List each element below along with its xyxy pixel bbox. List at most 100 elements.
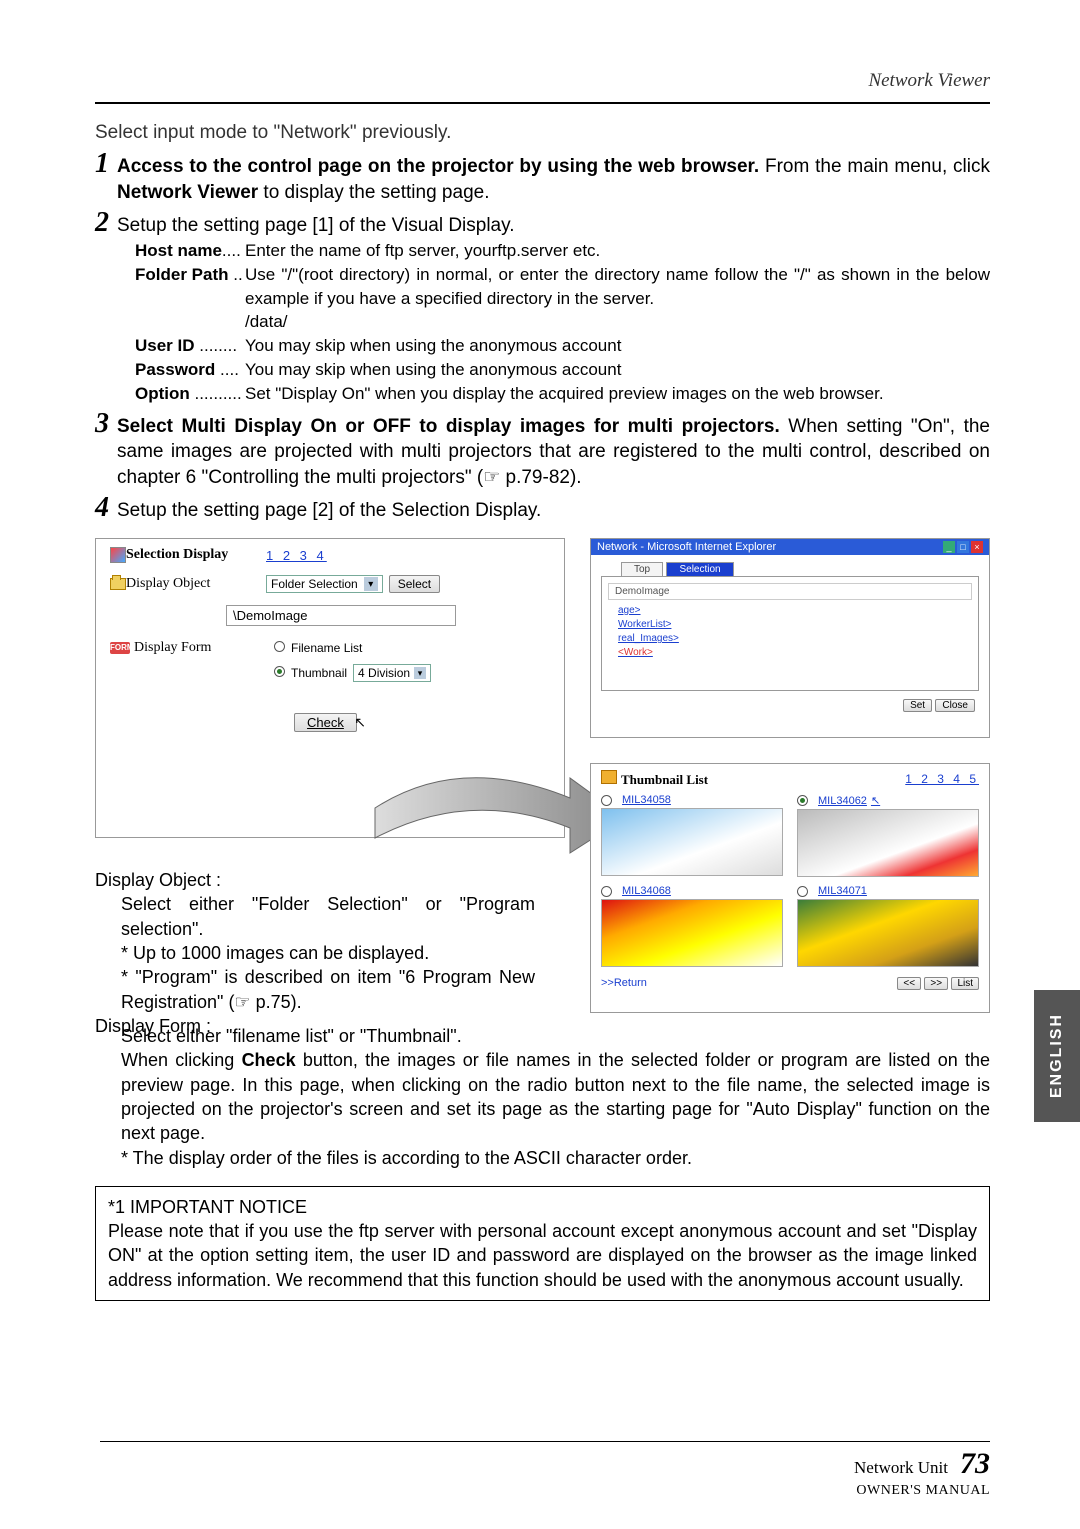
user-desc: You may skip when using the anonymous ac…: [245, 334, 990, 358]
host-desc: Enter the name of ftp server, yourftp.se…: [245, 239, 990, 263]
division-dropdown[interactable]: 4 Division ▾: [353, 664, 431, 682]
pass-dots: ....: [215, 360, 239, 379]
return-link[interactable]: >>Return: [601, 977, 647, 989]
thumbnail-list-title: Thumbnail List: [601, 770, 708, 788]
step-1-num: 1: [95, 150, 117, 178]
ascii-note: * The display order of the files is acco…: [121, 1146, 990, 1170]
display-form-label: Display Form: [134, 640, 274, 656]
thumbnail-radio[interactable]: Thumbnail: [274, 666, 347, 680]
step-4-num: 4: [95, 494, 117, 522]
browser-window: Network - Microsoft Internet Explorer _□…: [590, 538, 990, 738]
page-number: 73: [960, 1447, 990, 1480]
step-1-rest2: to display the setting page.: [258, 182, 489, 203]
figures-area: Selection Display 1 2 3 4 Display Object…: [95, 538, 990, 1018]
after-figures-text: Select either "filename list" or "Thumbn…: [95, 1024, 990, 1170]
user-label: User ID: [135, 336, 195, 355]
step-1-bold: Access to the control page on the projec…: [117, 156, 759, 177]
thumb-image: [797, 899, 979, 967]
folder-selection-dropdown[interactable]: Folder Selection ▾: [266, 575, 383, 593]
chevron-down-icon: ▾: [414, 667, 426, 679]
user-dots: ........: [195, 336, 238, 355]
step-1: 1 Access to the control page on the proj…: [95, 150, 990, 205]
thumb-radio[interactable]: [601, 795, 612, 806]
folder-label: Folder Path: [135, 265, 229, 284]
footer-unit: Network Unit: [854, 1458, 948, 1477]
select-button[interactable]: Select: [389, 575, 440, 593]
notice-body: Please note that if you use the ftp serv…: [108, 1219, 977, 1292]
display-form-heading: Display Form :: [95, 1014, 535, 1038]
chevron-down-icon: ▾: [364, 577, 378, 591]
thumb-caption[interactable]: MIL34068: [622, 885, 671, 897]
pass-desc: You may skip when using the anonymous ac…: [245, 358, 990, 382]
step-3-bold: Select Multi Display On or OFF to displa…: [117, 416, 780, 437]
thumb-radio[interactable]: [797, 886, 808, 897]
header-section: Network Viewer: [95, 70, 990, 92]
thumb-cell[interactable]: MIL34058: [601, 794, 783, 877]
step-1-bold2: Network Viewer: [117, 182, 258, 203]
tree-item[interactable]: WorkerList>: [618, 618, 972, 632]
next-button[interactable]: >>: [924, 977, 948, 990]
language-label: ENGLISH: [1048, 1013, 1066, 1098]
close-button[interactable]: Close: [935, 699, 975, 712]
prev-button[interactable]: <<: [897, 977, 921, 990]
tab-top[interactable]: Top: [621, 562, 663, 576]
host-label: Host name: [135, 241, 222, 260]
display-object-label: Display Object: [126, 576, 266, 592]
division-value: 4 Division: [358, 666, 410, 680]
set-button[interactable]: Set: [903, 699, 932, 712]
tab-selection[interactable]: Selection: [666, 562, 733, 576]
notice-heading: *1 IMPORTANT NOTICE: [108, 1195, 977, 1219]
window-titlebar: Network - Microsoft Internet Explorer _□…: [591, 539, 989, 555]
folder-selection-value: Folder Selection: [271, 577, 358, 591]
host-dots: ....: [222, 241, 241, 260]
window-buttons[interactable]: _□×: [941, 541, 983, 553]
folder-tree[interactable]: age> WorkerList> real_Images> <Work>: [618, 604, 972, 660]
check-paragraph: When clicking Check button, the images o…: [121, 1048, 990, 1145]
thumb-cell[interactable]: MIL34071: [797, 885, 979, 967]
thumb-image: [797, 809, 979, 877]
display-object-note1: * Up to 1000 images can be displayed.: [121, 941, 535, 965]
selection-icon: [110, 547, 126, 563]
folder-icon: [110, 578, 126, 590]
display-object-heading: Display Object :: [95, 868, 535, 892]
thumb-caption[interactable]: MIL34062: [818, 795, 867, 807]
thumb-caption[interactable]: MIL34071: [818, 885, 867, 897]
thumbnail-icon: [601, 770, 617, 784]
window-title: Network - Microsoft Internet Explorer: [597, 541, 776, 553]
step-2-sublist: Host name....Enter the name of ftp serve…: [135, 239, 990, 310]
step-3: 3 Select Multi Display On or OFF to disp…: [95, 410, 990, 491]
opt-dots: ..........: [190, 384, 242, 403]
display-object-note2: * "Program" is described on item "6 Prog…: [121, 965, 535, 1014]
folder-dots: ..: [229, 265, 243, 284]
path-field[interactable]: \DemoImage: [226, 605, 456, 626]
opt-label: Option: [135, 384, 190, 403]
cursor-icon: ↖: [354, 714, 366, 731]
browser-path: DemoImage: [608, 583, 972, 600]
selection-display-label: Selection Display: [126, 547, 266, 563]
step-3-num: 3: [95, 410, 117, 438]
opt-desc: Set "Display On" when you display the ac…: [245, 382, 990, 406]
thumb-radio[interactable]: [797, 795, 808, 806]
filename-list-label: Filename List: [291, 641, 362, 655]
thumb-cell[interactable]: MIL34068: [601, 885, 783, 967]
tree-item[interactable]: age>: [618, 604, 972, 618]
filename-list-radio[interactable]: Filename List: [274, 641, 362, 655]
page-footer: Network Unit 73 OWNER'S MANUAL: [854, 1447, 990, 1499]
important-notice: *1 IMPORTANT NOTICE Please note that if …: [95, 1186, 990, 1301]
check-button[interactable]: Check: [294, 713, 357, 732]
thumb-radio[interactable]: [601, 886, 612, 897]
thumb-caption[interactable]: MIL34058: [622, 794, 671, 806]
page-links[interactable]: 1 2 3 4: [266, 548, 327, 563]
tree-item-current[interactable]: <Work>: [618, 646, 972, 660]
selection-display-panel: Selection Display 1 2 3 4 Display Object…: [95, 538, 565, 838]
thumbnail-list-panel: Thumbnail List 1 2 3 4 5 MIL34058 MIL340…: [590, 763, 990, 1013]
pass-label: Password: [135, 360, 215, 379]
thumb-cell[interactable]: MIL34062↖: [797, 794, 979, 877]
thumb-page-links[interactable]: 1 2 3 4 5: [905, 772, 979, 786]
browser-content: DemoImage age> WorkerList> real_Images> …: [601, 576, 979, 691]
list-button[interactable]: List: [951, 977, 979, 990]
language-tab: ENGLISH: [1034, 990, 1080, 1122]
step-2-num: 2: [95, 209, 117, 237]
tree-item[interactable]: real_Images>: [618, 632, 972, 646]
display-object-body: Select either "Folder Selection" or "Pro…: [121, 892, 535, 941]
